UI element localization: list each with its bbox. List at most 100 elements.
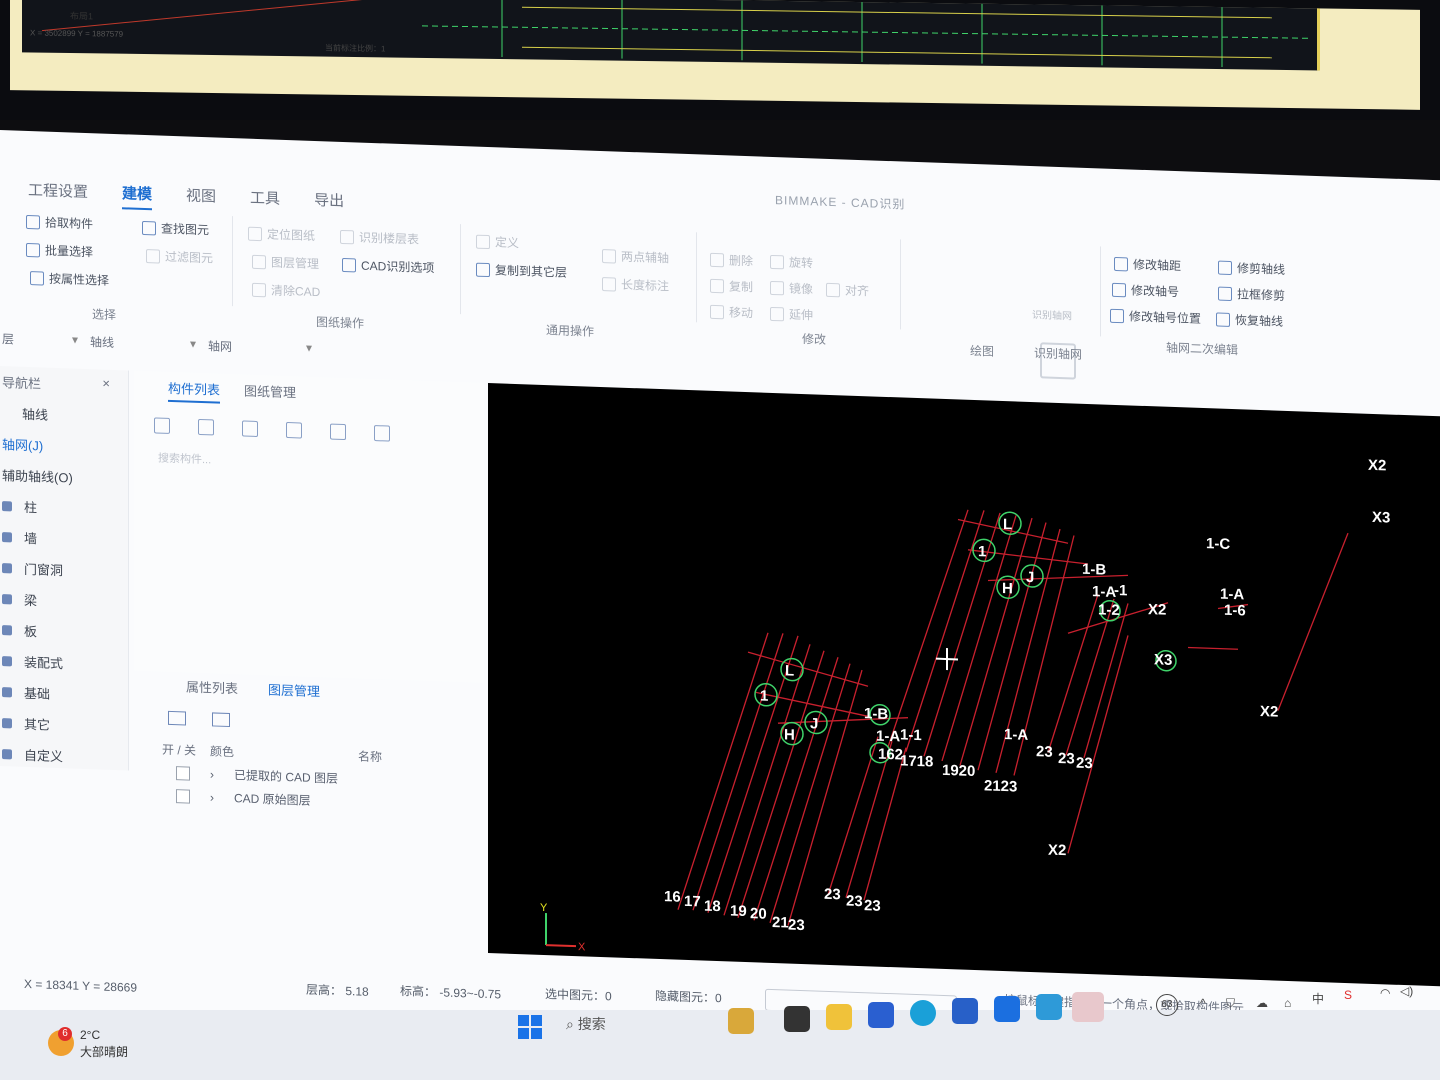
file-explorer-icon[interactable] <box>826 1004 852 1030</box>
modify-axis-distance-button[interactable]: 修改轴距 <box>1114 255 1181 274</box>
ucs-axis-icon: Y X <box>540 902 586 954</box>
nav-item-wall[interactable]: 墙 <box>0 521 128 556</box>
layer-show-icon[interactable] <box>168 710 186 726</box>
weather-description[interactable]: 大部晴朗 <box>80 1043 128 1060</box>
task-view-icon[interactable] <box>784 1006 810 1032</box>
chevron-up-icon[interactable]: ^ <box>1200 996 1206 1010</box>
floor-selector[interactable]: 层 <box>2 330 14 347</box>
layer-copy-icon[interactable] <box>330 423 346 441</box>
tab-layer-manage[interactable]: 图层管理 <box>268 679 320 700</box>
component-panel: 构件列表 图纸管理 搜索构件... <box>134 370 484 683</box>
nav-item-beam[interactable]: 梁 <box>0 583 128 618</box>
layer-checkbox[interactable] <box>176 788 190 804</box>
identify-floor-table-button[interactable]: 识别楼层表 <box>340 228 419 248</box>
property-select-icon <box>30 270 44 286</box>
active-window-icon[interactable] <box>1072 992 1104 1022</box>
tab-property-list[interactable]: 属性列表 <box>186 676 238 697</box>
layer-manage-button[interactable]: 图层管理 <box>252 253 319 272</box>
axis-position-icon <box>1110 308 1124 323</box>
cloud-icon[interactable]: ☁ <box>1256 996 1268 1010</box>
tab-drawing-manage[interactable]: 图纸管理 <box>244 381 296 407</box>
subtype-selector[interactable]: 轴网 <box>208 337 232 355</box>
expand-arrow-icon[interactable]: › <box>210 767 214 781</box>
new-component-icon[interactable] <box>154 417 170 434</box>
wifi-icon[interactable]: ◠ <box>1380 986 1390 1000</box>
close-icon[interactable]: × <box>102 376 110 395</box>
copy-button[interactable]: 复制 <box>710 277 753 296</box>
layer-hide-icon[interactable] <box>212 712 230 728</box>
align-button[interactable]: 对齐 <box>826 281 869 300</box>
filter-element-button[interactable]: 过滤图元 <box>146 247 213 266</box>
ribbon-divider <box>460 224 461 315</box>
modify-axis-number-button[interactable]: 修改轴号 <box>1112 281 1179 300</box>
find-element-button[interactable]: 查找图元 <box>142 219 209 238</box>
nav-item-prefab[interactable]: 装配式 <box>0 645 128 680</box>
batch-select-icon <box>26 242 40 257</box>
cad-app-icon[interactable] <box>952 998 978 1024</box>
nav-item-slab[interactable]: 板 <box>0 614 128 649</box>
widget-app-icon[interactable] <box>728 1008 754 1034</box>
identify-axis-grid-button[interactable]: 识别轴网 <box>1032 306 1072 322</box>
cad-identify-options-button[interactable]: CAD识别选项 <box>342 256 434 276</box>
foundation-icon <box>2 686 12 697</box>
nav-item-axis-grid[interactable]: 轴网(J) <box>0 428 128 463</box>
clear-cad-button[interactable]: 清除CAD <box>252 281 320 300</box>
weather-temperature[interactable]: 2°C <box>80 1028 100 1042</box>
batch-select-button[interactable]: 批量选择 <box>26 241 93 260</box>
cad-layout-tab[interactable]: 布局1 <box>70 9 93 22</box>
nav-item-aux-axis[interactable]: 辅助轴线(O) <box>0 459 128 494</box>
tray-badge[interactable]: 63 <box>1156 994 1178 1016</box>
taskbar-search[interactable]: ⌕ 搜索 <box>566 1014 606 1034</box>
pick-component-button[interactable]: 拾取构件 <box>26 213 93 232</box>
tab-component-list[interactable]: 构件列表 <box>168 377 221 404</box>
select-by-property-button[interactable]: 按属性选择 <box>30 269 109 289</box>
delete-button[interactable]: 删除 <box>710 251 753 270</box>
rotate-button[interactable]: 旋转 <box>770 253 813 272</box>
bimmake-app-icon[interactable] <box>1036 994 1062 1020</box>
expand-arrow-icon[interactable]: › <box>210 790 214 804</box>
box-trim-button[interactable]: 拉框修剪 <box>1218 285 1285 304</box>
two-point-aux-axis-button[interactable]: 两点辅轴 <box>602 247 669 266</box>
store-icon[interactable] <box>868 1002 894 1028</box>
delete-component-icon[interactable] <box>242 420 258 438</box>
restore-axis-button[interactable]: 恢复轴线 <box>1216 310 1283 329</box>
svg-text:20: 20 <box>750 905 767 923</box>
volume-icon[interactable]: ◁) <box>1400 984 1413 998</box>
axis-labels: L1 HJ 1-B1-A -11-2 X2X3 1-C1-A 1-6X2 X3X… <box>664 457 1390 934</box>
windows-start-icon[interactable] <box>518 1015 542 1039</box>
sogou-ime-icon[interactable]: S <box>1344 988 1352 1002</box>
align-icon <box>826 282 840 297</box>
nav-item-custom[interactable]: 自定义 <box>0 738 128 773</box>
input-method-indicator[interactable]: 中 <box>1312 990 1324 1007</box>
mirror-button[interactable]: 镜像 <box>770 279 813 298</box>
nav-item-axis[interactable]: 轴线 <box>0 397 128 432</box>
network-drive-icon[interactable]: ⌂ <box>1284 996 1291 1010</box>
filter-bar: 层 ▾ 轴线 ▾ 轴网 ▾ <box>0 330 480 355</box>
trim-axis-button[interactable]: 修剪轴线 <box>1218 259 1285 278</box>
filter-list-icon[interactable] <box>374 425 390 442</box>
nav-item-foundation[interactable]: 基础 <box>0 676 128 711</box>
svg-text:23: 23 <box>1058 750 1075 768</box>
svg-text:X2: X2 <box>1048 842 1066 860</box>
nav-item-other[interactable]: 其它 <box>0 707 128 742</box>
nav-item-column[interactable]: 柱 <box>0 490 128 525</box>
edge-browser-icon[interactable] <box>910 1000 936 1026</box>
duplicate-icon[interactable] <box>286 421 302 439</box>
layer-checkbox[interactable] <box>176 765 190 781</box>
cursor-coordinates: X = 18341 Y = 28669 <box>24 976 137 995</box>
extend-button[interactable]: 延伸 <box>770 305 813 324</box>
move-button[interactable]: 移动 <box>710 303 753 322</box>
define-button[interactable]: 定义 <box>476 233 519 252</box>
shield-icon[interactable]: ⛉ <box>1226 996 1235 1011</box>
svg-text:X3: X3 <box>1372 509 1390 527</box>
nav-item-openings[interactable]: 门窗洞 <box>0 552 128 587</box>
length-dimension-button[interactable]: 长度标注 <box>602 275 669 294</box>
locate-drawing-button[interactable]: 定位图纸 <box>248 225 315 244</box>
extend-icon <box>770 306 784 321</box>
copy-component-icon[interactable] <box>198 418 214 436</box>
category-selector[interactable]: 轴线 <box>90 333 114 351</box>
modify-axis-number-position-button[interactable]: 修改轴号位置 <box>1110 307 1201 327</box>
copy-to-other-floor-button[interactable]: 复制到其它层 <box>476 261 567 281</box>
glodon-app-icon[interactable] <box>994 996 1020 1022</box>
cad-canvas[interactable]: L1 HJ 1-B 1-A -1 1-2 X2 X3 1-C 1-A 1-6 X2 X3 X… <box>488 383 1440 987</box>
